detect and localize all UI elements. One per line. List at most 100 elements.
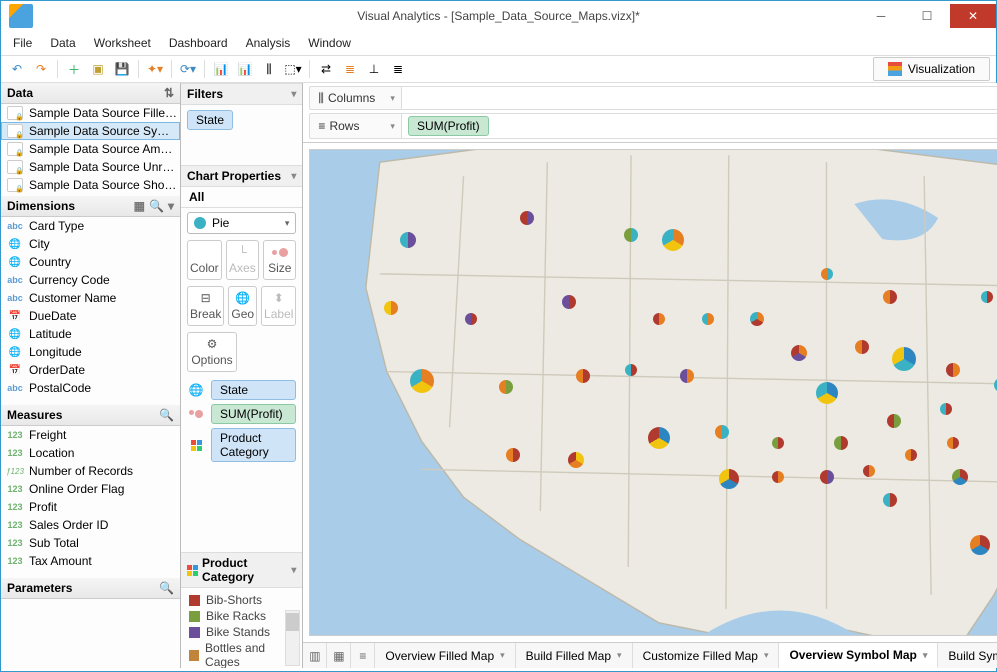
search-icon[interactable]: 🔍 <box>149 199 164 213</box>
map-pie-marker[interactable] <box>946 363 960 377</box>
shelf-pill-profit[interactable]: SUM(Profit) <box>211 404 296 424</box>
map-pie-marker[interactable] <box>940 403 952 415</box>
dimension-item[interactable]: 🌐Latitude <box>1 325 180 343</box>
filter-pill-state[interactable]: State <box>187 110 233 130</box>
map-pie-marker[interactable] <box>680 369 694 383</box>
fit-button[interactable]: ≣ <box>340 59 360 79</box>
map-pie-marker[interactable] <box>947 437 959 449</box>
rows-pill-profit[interactable]: SUM(Profit) <box>408 116 489 136</box>
maximize-button[interactable]: ☐ <box>904 4 950 28</box>
undo-button[interactable]: ↶ <box>7 59 27 79</box>
measure-item[interactable]: 123Location <box>1 444 180 462</box>
rows-shelf[interactable]: ≡Rows ▾ SUM(Profit) <box>309 113 997 139</box>
measure-item[interactable]: 123Sales Order ID <box>1 516 180 534</box>
sort-desc-button[interactable]: 📊 <box>235 59 255 79</box>
measure-item[interactable]: 123Tax Amount <box>1 552 180 570</box>
dimension-item[interactable]: abcCurrency Code <box>1 271 180 289</box>
chevron-down-icon[interactable]: ▾ <box>390 93 395 104</box>
chevron-down-icon[interactable]: ▾ <box>923 650 928 661</box>
measures-list[interactable]: 123Freight123Locationƒ123Number of Recor… <box>1 426 180 578</box>
map-pie-marker[interactable] <box>750 312 764 326</box>
columns-shelf[interactable]: ⫼Columns ▾ <box>309 86 997 110</box>
map-pie-marker[interactable] <box>506 448 520 462</box>
highlight-button[interactable]: ⬚▾ <box>283 59 303 79</box>
map-pie-marker[interactable] <box>883 493 897 507</box>
menu-file[interactable]: File <box>13 36 32 50</box>
map-pie-marker[interactable] <box>625 364 637 376</box>
map-pie-marker[interactable] <box>648 427 670 449</box>
map-pie-marker[interactable] <box>772 471 784 483</box>
tab-grid-icon[interactable]: ▦ <box>327 643 351 668</box>
menu-dashboard[interactable]: Dashboard <box>169 36 228 50</box>
presentation-button[interactable]: ⊥ <box>364 59 384 79</box>
legend-header[interactable]: Product Category▾ <box>181 552 302 588</box>
chart-properties-header[interactable]: Chart Properties▾ <box>181 165 302 187</box>
menu-worksheet[interactable]: Worksheet <box>94 36 151 50</box>
map-pie-marker[interactable] <box>970 535 990 555</box>
more-button[interactable]: ≣ <box>388 59 408 79</box>
map-pie-marker[interactable] <box>568 452 584 468</box>
worksheet-tab[interactable]: Overview Filled Map▾ <box>375 643 515 668</box>
dimension-item[interactable]: 📅OrderDate <box>1 361 180 379</box>
worksheet-tab[interactable]: Build Symbol Map▾ <box>938 643 997 668</box>
measure-item[interactable]: 123Freight <box>1 426 180 444</box>
shelf-pill-state[interactable]: State <box>211 380 296 400</box>
chart-type-button[interactable]: ⫼ <box>259 59 279 79</box>
chevron-down-icon[interactable]: ▾ <box>617 650 622 661</box>
tab-bar-icon[interactable]: ▥ <box>303 643 327 668</box>
dimension-item[interactable]: 📅DueDate <box>1 307 180 325</box>
sort-asc-button[interactable]: 📊 <box>211 59 231 79</box>
map-pie-marker[interactable] <box>653 313 665 325</box>
map-pie-marker[interactable] <box>855 340 869 354</box>
map-pie-marker[interactable] <box>772 437 784 449</box>
prop-geo-button[interactable]: 🌐Geo <box>228 286 257 326</box>
prop-options-button[interactable]: ⚙Options <box>187 332 237 372</box>
map-pie-marker[interactable] <box>465 313 477 325</box>
open-button[interactable]: ▣ <box>88 59 108 79</box>
menu-analysis[interactable]: Analysis <box>246 36 291 50</box>
minimize-button[interactable]: ─ <box>858 4 904 28</box>
prop-label-button[interactable]: ⬍Label <box>261 286 296 326</box>
dimensions-header[interactable]: Dimensions ▦ 🔍 ▾ <box>1 196 180 217</box>
dimension-item[interactable]: 🌐Longitude <box>1 343 180 361</box>
tab-list-icon[interactable]: ≡ <box>351 643 375 668</box>
prop-axes-button[interactable]: └Axes <box>226 240 259 280</box>
legend-item[interactable]: Bike Racks <box>189 608 294 624</box>
map-pie-marker[interactable] <box>952 469 968 485</box>
map-pie-marker[interactable] <box>624 228 638 242</box>
map-pie-marker[interactable] <box>905 449 917 461</box>
map-pie-marker[interactable] <box>816 382 838 404</box>
map-pie-marker[interactable] <box>499 380 513 394</box>
dimension-item[interactable]: abcCustomer Name <box>1 289 180 307</box>
prop-size-button[interactable]: Size <box>263 240 296 280</box>
map-pie-marker[interactable] <box>820 470 834 484</box>
dimension-item[interactable]: 🌐Country <box>1 253 180 271</box>
map-pie-marker[interactable] <box>892 347 916 371</box>
search-icon[interactable]: 🔍 <box>159 581 174 595</box>
mark-type-dropdown[interactable]: Pie ▾ <box>187 212 296 234</box>
save-button[interactable]: 💾 <box>112 59 132 79</box>
worksheet-tab[interactable]: Overview Symbol Map▾ <box>779 643 938 668</box>
dimension-item[interactable]: 🌐City <box>1 235 180 253</box>
map-pie-marker[interactable] <box>520 211 534 225</box>
legend-scrollbar[interactable] <box>285 610 300 666</box>
map-pie-marker[interactable] <box>410 369 434 393</box>
map-visualization[interactable] <box>309 149 997 636</box>
legend-item[interactable]: Bottles and Cages <box>189 640 294 668</box>
worksheet-tab[interactable]: Customize Filled Map▾ <box>633 643 780 668</box>
data-source-item[interactable]: Sample Data Source Am… <box>1 140 180 158</box>
map-pie-marker[interactable] <box>715 425 729 439</box>
menu-icon[interactable]: ▾ <box>168 199 174 213</box>
map-pie-marker[interactable] <box>821 268 833 280</box>
data-source-item[interactable]: Sample Data Source Fille… <box>1 104 180 122</box>
new-button[interactable]: ＋ <box>64 59 84 79</box>
visualization-button[interactable]: Visualization <box>873 57 990 81</box>
prop-color-button[interactable]: Color <box>187 240 222 280</box>
measure-item[interactable]: ƒ123Number of Records <box>1 462 180 480</box>
grid-icon[interactable]: ▦ <box>134 199 145 213</box>
prop-break-button[interactable]: ⊟Break <box>187 286 224 326</box>
chevron-down-icon[interactable]: ▾ <box>390 121 395 132</box>
chevron-down-icon[interactable]: ▾ <box>500 650 505 661</box>
legend-item[interactable]: Bike Stands <box>189 624 294 640</box>
map-pie-marker[interactable] <box>834 436 848 450</box>
